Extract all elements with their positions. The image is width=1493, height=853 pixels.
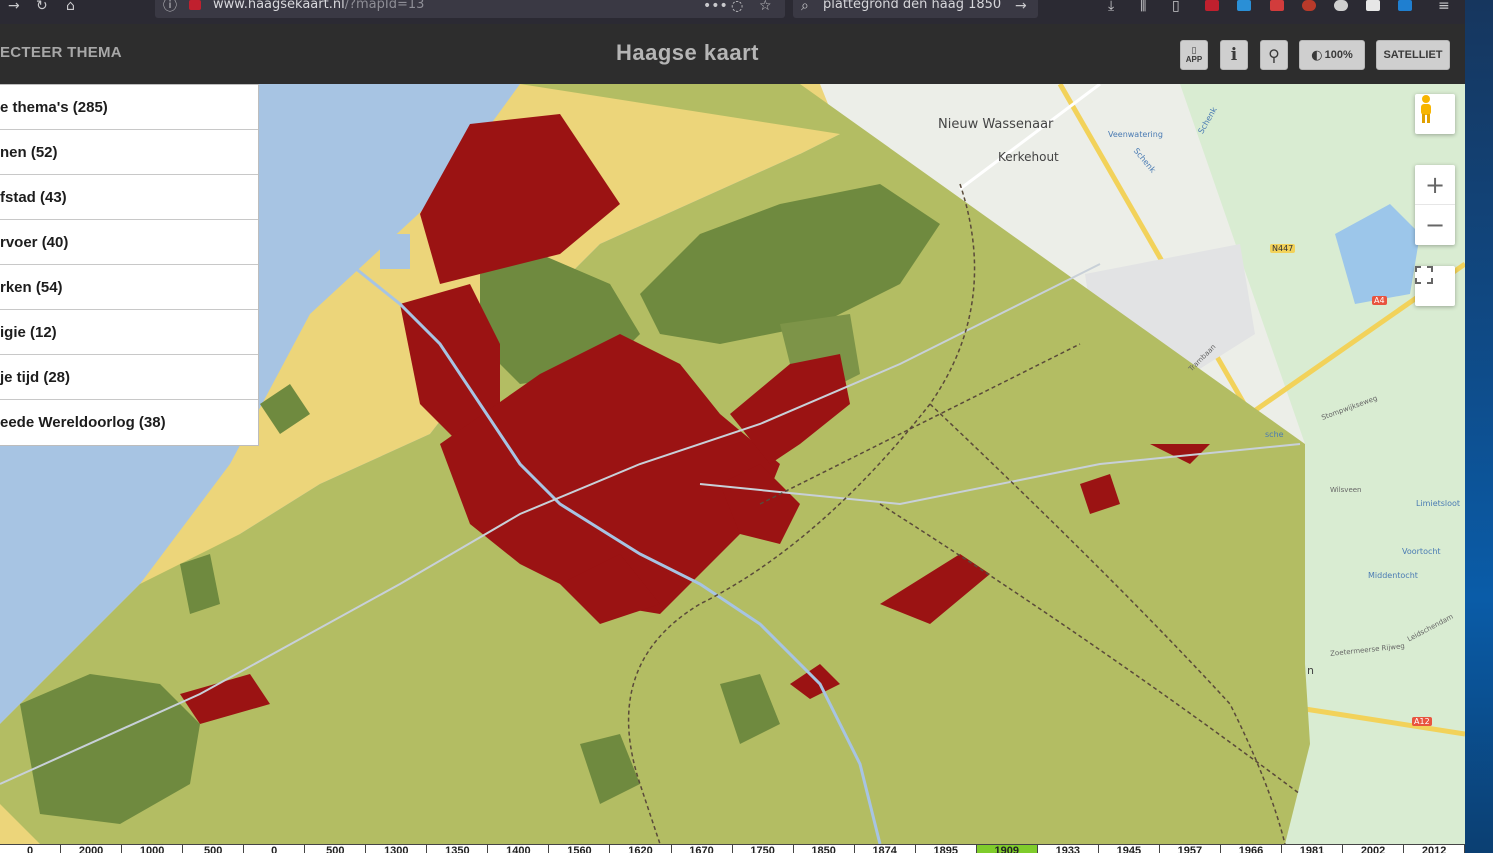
site-favicon-icon: [189, 0, 201, 10]
search-icon: ⌕: [801, 0, 809, 14]
place-label-kerkehout: Kerkehout: [998, 150, 1059, 164]
downloads-icon[interactable]: ⤓: [1108, 0, 1114, 16]
zoom-control: + −: [1415, 165, 1455, 245]
extension-ball-icon[interactable]: [1334, 0, 1348, 11]
app-button[interactable]: ▯ APP: [1180, 40, 1208, 70]
magnifier-icon: ⚲: [1268, 45, 1280, 65]
timeline-year-10[interactable]: 1620: [610, 845, 672, 853]
theme-item-1[interactable]: nen (52): [0, 130, 258, 175]
adblock-icon[interactable]: [1205, 0, 1219, 11]
road-label-wilsveen: Wilsveen: [1330, 486, 1362, 494]
url-text: www.haagsekaart.nl/?mapId=13: [213, 0, 425, 12]
bookmark-star-icon[interactable]: ☆: [759, 0, 772, 16]
timeline-year-17[interactable]: 1933: [1038, 845, 1099, 853]
timeline-year-2[interactable]: 1000: [122, 845, 184, 853]
fullscreen-button[interactable]: [1415, 266, 1455, 306]
info-button[interactable]: i: [1220, 40, 1248, 70]
theme-item-2[interactable]: fstad (43): [0, 175, 258, 220]
timeline-bar: 0 2000 1000 500 0 500 1300 1350 1400 1560 1620 1670…: [0, 844, 1466, 853]
timeline-year-18[interactable]: 1945: [1099, 845, 1160, 853]
timeline-year-12[interactable]: 1750: [733, 845, 794, 853]
water-label-middentocht: Middentocht: [1368, 571, 1418, 580]
extension-round-icon[interactable]: [1302, 0, 1316, 11]
timeline-year-15[interactable]: 1895: [916, 845, 977, 853]
theme-item-all[interactable]: e thema's (285): [0, 85, 258, 130]
theme-item-7[interactable]: eede Wereldoorlog (38): [0, 400, 258, 445]
fullscreen-icon: [1415, 266, 1433, 284]
menu-icon[interactable]: ≡: [1438, 0, 1450, 16]
timeline-year-13[interactable]: 1850: [794, 845, 855, 853]
street-view-pegman[interactable]: [1415, 94, 1455, 134]
search-bar[interactable]: ⌕ plattegrond den haag 1850 →: [793, 0, 1038, 18]
theme-item-3[interactable]: rvoer (40): [0, 220, 258, 265]
water-label-veenwatering: Veenwatering: [1108, 130, 1163, 139]
theme-list: e thema's (285) nen (52) fstad (43) rvoe…: [0, 84, 259, 446]
desktop-background-strip: [1465, 0, 1493, 853]
opacity-button[interactable]: ◐ 100%: [1299, 40, 1365, 70]
page-actions-icon[interactable]: •••: [703, 0, 728, 16]
plus-icon: +: [1424, 170, 1446, 199]
timeline-year-19[interactable]: 1957: [1160, 845, 1221, 853]
place-label-sche: sche: [1265, 430, 1284, 439]
timeline-year-3[interactable]: 500: [183, 845, 245, 853]
timeline-year-7[interactable]: 1350: [427, 845, 489, 853]
extension-grid-icon[interactable]: [1270, 0, 1284, 11]
extension-blue-icon[interactable]: [1237, 0, 1251, 11]
timeline-year-16[interactable]: 1909: [976, 845, 1038, 853]
road-label-n447: N447: [1270, 244, 1296, 253]
info-shield-icon[interactable]: ⓘ: [163, 0, 177, 16]
forward-icon[interactable]: →: [8, 0, 20, 16]
zoom-out-button[interactable]: −: [1415, 205, 1455, 245]
timeline-year-0[interactable]: 0: [0, 845, 62, 853]
timeline-year-4[interactable]: 0: [244, 845, 306, 853]
timeline-year-1[interactable]: 2000: [61, 845, 123, 853]
place-label-fragment: n: [1307, 664, 1314, 677]
sidebar-icon[interactable]: ▯: [1172, 0, 1180, 16]
place-label-nieuw-wassenaar: Nieuw Wassenaar: [938, 117, 1054, 132]
theme-item-5[interactable]: igie (12): [0, 310, 258, 355]
pocket-icon[interactable]: ◌: [731, 0, 743, 16]
timeline-year-9[interactable]: 1560: [549, 845, 611, 853]
timeline-year-22[interactable]: 2002: [1343, 845, 1405, 853]
search-button[interactable]: ⚲: [1260, 40, 1288, 70]
home-icon[interactable]: ⌂: [66, 0, 75, 16]
timeline-year-8[interactable]: 1400: [488, 845, 550, 853]
minus-icon: −: [1424, 211, 1446, 239]
contrast-icon: ◐: [1311, 47, 1323, 63]
timeline-year-23[interactable]: 2012: [1404, 845, 1466, 853]
skype-icon[interactable]: [1398, 0, 1412, 11]
satellite-button[interactable]: SATELLIET: [1376, 40, 1450, 70]
road-label-a4: A4: [1372, 296, 1387, 305]
page-title: Haagse kaart: [616, 40, 759, 65]
theme-item-6[interactable]: je tijd (28): [0, 355, 258, 400]
pegman-icon: [1421, 95, 1431, 123]
timeline-year-5[interactable]: 500: [305, 845, 367, 853]
reload-icon[interactable]: ↻: [36, 0, 48, 16]
timeline-year-6[interactable]: 1300: [366, 845, 428, 853]
url-bar[interactable]: ⓘ www.haagsekaart.nl/?mapId=13 ••• ◌ ☆: [155, 0, 785, 18]
zoom-in-button[interactable]: +: [1415, 165, 1455, 205]
timeline-year-21[interactable]: 1981: [1282, 845, 1344, 853]
go-arrow-icon[interactable]: →: [1015, 0, 1027, 16]
app-icon: ▯: [1191, 45, 1197, 56]
browser-toolbar: → ↻ ⌂ ⓘ www.haagsekaart.nl/?mapId=13 •••…: [0, 0, 1465, 24]
search-query: plattegrond den haag 1850: [823, 0, 1002, 12]
timeline-year-20[interactable]: 1966: [1221, 845, 1282, 853]
timeline-year-14[interactable]: 1874: [855, 845, 916, 853]
app-header: ECTEER THEMA Haagse kaart ▯ APP i ⚲ ◐ 10…: [0, 24, 1465, 84]
extension-shoe-icon[interactable]: [1366, 0, 1380, 11]
theme-item-4[interactable]: rken (54): [0, 265, 258, 310]
timeline-year-11[interactable]: 1670: [672, 845, 733, 853]
water-label-limietsloot: Limietsloot: [1416, 499, 1461, 508]
info-icon: i: [1230, 45, 1238, 65]
water-label-voortocht: Voortocht: [1402, 547, 1441, 556]
library-icon[interactable]: ⫼: [1140, 0, 1146, 16]
road-label-a12: A12: [1412, 717, 1432, 726]
